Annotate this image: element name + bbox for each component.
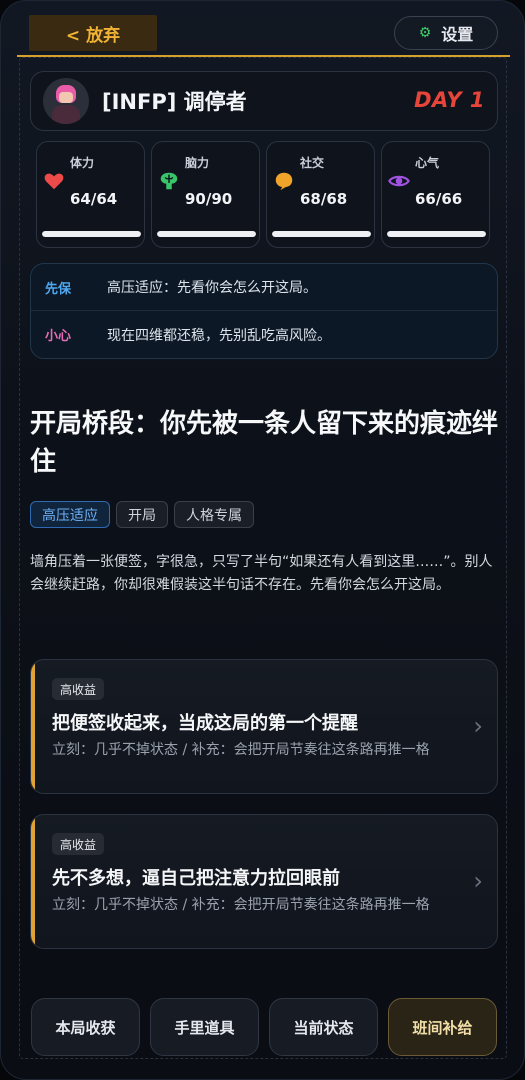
reward-badge: 高收益 xyxy=(52,678,105,700)
hint-row-caution: 小心 现在四维都还稳，先别乱吃高风险。 xyxy=(31,311,497,358)
hint-tag: 小心 xyxy=(45,329,72,344)
personality-title: [INFP] 调停者 xyxy=(102,90,247,114)
scene-tag: 人格专属 xyxy=(174,501,254,528)
choice-effect: 立刻：几乎不掉状态 / 补充：会把开局节奏往这条路再推一格 xyxy=(52,897,430,913)
gear-icon: ⚙ xyxy=(418,25,432,41)
stat-value: 64/64 xyxy=(70,190,118,208)
day-badge: DAY 1 xyxy=(414,88,485,112)
hint-row-keep: 先保 高压适应：先看你会怎么开这局。 xyxy=(31,264,497,311)
choice-title: 先不多想，逼自己把注意力拉回眼前 xyxy=(52,868,340,889)
stat-value: 90/90 xyxy=(185,190,233,208)
scene-tag: 开局 xyxy=(116,501,168,528)
scene-title: 开局桥段：你先被一条人留下来的痕迹绊住 xyxy=(30,409,499,477)
reward-badge: 高收益 xyxy=(52,833,105,855)
top-bar: < 放弃 ⚙ 设置 xyxy=(17,13,510,57)
choice-card[interactable]: 高收益 把便签收起来，当成这局的第一个提醒 立刻：几乎不掉状态 / 补充：会把开… xyxy=(30,659,498,794)
brain-icon xyxy=(160,172,178,190)
nav-items-button[interactable]: 手里道具 xyxy=(150,998,259,1056)
settings-label: 设置 xyxy=(441,25,474,44)
stat-card-social: 社交 68/68 xyxy=(266,141,375,248)
hint-text: 现在四维都还稳，先别乱吃高风险。 xyxy=(107,327,331,344)
nav-supply-button[interactable]: 班间补给 xyxy=(388,998,497,1056)
chevron-right-icon: › xyxy=(473,712,483,740)
choice-card[interactable]: 高收益 先不多想，逼自己把注意力拉回眼前 立刻：几乎不掉状态 / 补充：会把开局… xyxy=(30,814,498,949)
profile-card: [INFP] 调停者 DAY 1 xyxy=(30,71,498,131)
stat-card-spirit: 心气 66/66 xyxy=(381,141,490,248)
eye-icon xyxy=(388,175,410,187)
stat-label: 社交 xyxy=(300,156,325,170)
nav-run-rewards-button[interactable]: 本局收获 xyxy=(31,998,140,1056)
stat-bar xyxy=(387,231,486,237)
stat-bar xyxy=(42,231,141,237)
settings-button[interactable]: ⚙ 设置 xyxy=(394,16,498,50)
stat-card-mind: 脑力 90/90 xyxy=(151,141,260,248)
stat-label: 脑力 xyxy=(185,156,210,170)
hint-tag: 先保 xyxy=(45,281,72,297)
chat-bubble-icon xyxy=(275,172,293,191)
app-frame: < 放弃 ⚙ 设置 [INFP] 调停者 DAY 1 体力 64/64 脑力 9… xyxy=(0,0,525,1080)
scene-tags: 高压适应 开局 人格专属 xyxy=(30,501,254,528)
nav-status-button[interactable]: 当前状态 xyxy=(269,998,378,1056)
stat-label: 心气 xyxy=(415,156,440,170)
stat-value: 68/68 xyxy=(300,190,348,208)
scene-description: 墙角压着一张便签，字很急，只写了半句“如果还有人看到这里……”。别人会继续赶路，… xyxy=(30,554,493,593)
stat-bar xyxy=(272,231,371,237)
stat-card-stamina: 体力 64/64 xyxy=(36,141,145,248)
chevron-right-icon: › xyxy=(473,867,483,895)
hint-text: 高压适应：先看你会怎么开这局。 xyxy=(107,280,317,296)
stat-value: 66/66 xyxy=(415,190,463,208)
choice-effect: 立刻：几乎不掉状态 / 补充：会把开局节奏往这条路再推一格 xyxy=(52,742,430,758)
stat-label: 体力 xyxy=(70,156,95,170)
hint-panel: 先保 高压适应：先看你会怎么开这局。 小心 现在四维都还稳，先别乱吃高风险。 xyxy=(30,263,498,359)
stat-bar xyxy=(157,231,256,237)
heart-icon xyxy=(44,173,64,190)
give-up-button[interactable]: < 放弃 xyxy=(29,15,157,51)
avatar xyxy=(43,78,89,124)
scene-tag: 高压适应 xyxy=(30,501,110,528)
choice-title: 把便签收起来，当成这局的第一个提醒 xyxy=(52,713,358,734)
